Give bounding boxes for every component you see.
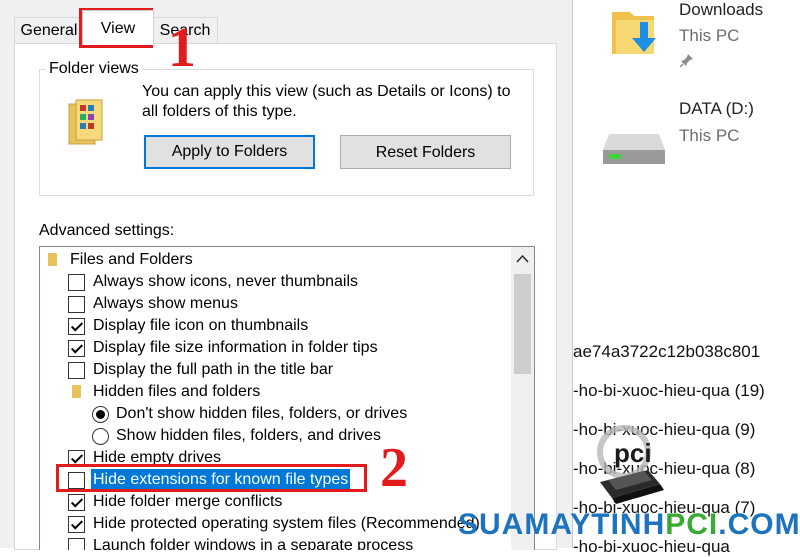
annotation-box-hide-extensions — [56, 464, 367, 492]
downloads-folder-icon — [612, 12, 656, 54]
folder-views-desc-line1: You can apply this view (such as Details… — [142, 83, 511, 100]
checkbox[interactable] — [68, 494, 85, 511]
radio-button[interactable] — [92, 406, 109, 423]
option-label: Display the full path in the title bar — [93, 361, 334, 378]
file-item[interactable]: ae74a3722c12b038c801 — [573, 342, 760, 362]
downloads-title[interactable]: Downloads — [679, 0, 763, 20]
drive-icon — [603, 134, 665, 164]
advanced-settings-label: Advanced settings: — [39, 222, 175, 239]
option-label: Hide folder merge conflicts — [93, 493, 283, 510]
checkbox[interactable] — [68, 318, 85, 335]
tree-folder-label: Files and Folders — [70, 251, 193, 268]
option-label: Display file icon on thumbnails — [93, 317, 309, 334]
option-label: Don't show hidden files, folders, or dri… — [116, 405, 408, 422]
apply-to-folders-button[interactable]: Apply to Folders — [144, 135, 315, 169]
scroll-up-icon[interactable] — [516, 254, 529, 263]
option-label: Always show menus — [93, 295, 238, 312]
reset-folders-button[interactable]: Reset Folders — [340, 135, 511, 169]
option-label: Display file size information in folder … — [93, 339, 378, 356]
folder-views-label: Folder views — [46, 60, 142, 78]
tab-general[interactable]: General — [14, 17, 84, 44]
watermark-text: SUAMAYTINHPCI.COM — [458, 508, 800, 541]
annotation-number-2: 2 — [380, 437, 408, 499]
checkbox[interactable] — [68, 538, 85, 550]
checkbox[interactable] — [68, 516, 85, 533]
option-label: Show hidden files, folders, and drives — [116, 427, 382, 444]
option-label: Hide protected operating system files (R… — [93, 515, 480, 532]
drive-title[interactable]: DATA (D:) — [679, 99, 754, 119]
checkbox[interactable] — [68, 340, 85, 357]
vertical-scrollbar[interactable] — [511, 247, 534, 550]
folder-icon — [48, 253, 57, 266]
folder-views-desc-line2: all folders of this type. — [142, 103, 297, 120]
annotation-number-1: 1 — [168, 17, 196, 79]
pin-icon[interactable] — [680, 53, 694, 67]
tree-folder-label: Hidden files and folders — [93, 383, 261, 400]
watermark-laptop-logo: pci — [597, 425, 664, 504]
checkbox[interactable] — [68, 274, 85, 291]
folder-icon — [72, 385, 81, 398]
checkbox[interactable] — [68, 362, 85, 379]
option-label: Always show icons, never thumbnails — [93, 273, 359, 290]
tab-view[interactable]: View — [82, 10, 154, 45]
drive-subtitle: This PC — [679, 126, 740, 145]
checkbox[interactable] — [68, 296, 85, 313]
folder-views-description: You can apply this view (such as Details… — [142, 82, 510, 122]
radio-button[interactable] — [92, 428, 109, 445]
folder-views-icon — [68, 99, 103, 145]
downloads-subtitle: This PC — [679, 26, 740, 45]
advanced-settings-tree[interactable]: Files and Folders Always show icons, nev… — [39, 246, 535, 550]
scrollbar-thumb[interactable] — [514, 274, 531, 374]
folder-views-group: Folder views You can apply this view (su… — [39, 60, 534, 196]
file-item[interactable]: -ho-bi-xuoc-hieu-qua (19) — [573, 381, 765, 401]
watermark-logo-text: pci — [614, 438, 652, 468]
